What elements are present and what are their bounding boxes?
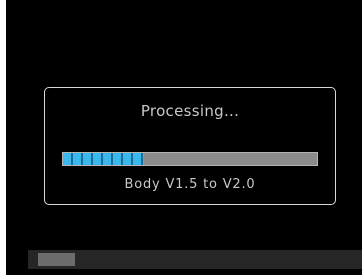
processing-dialog: Processing... Body V1.5 to V2.0 [44, 87, 336, 205]
dialog-title: Processing... [140, 102, 240, 120]
progress-bar [62, 152, 318, 166]
status-text: Body V1.5 to V2.0 [124, 177, 256, 192]
progress-bar-fill [63, 153, 145, 165]
device-screen: Processing... Body V1.5 to V2.0 [6, 0, 362, 275]
bottom-scrollbar[interactable] [28, 250, 362, 269]
scrollbar-thumb[interactable] [38, 253, 75, 266]
